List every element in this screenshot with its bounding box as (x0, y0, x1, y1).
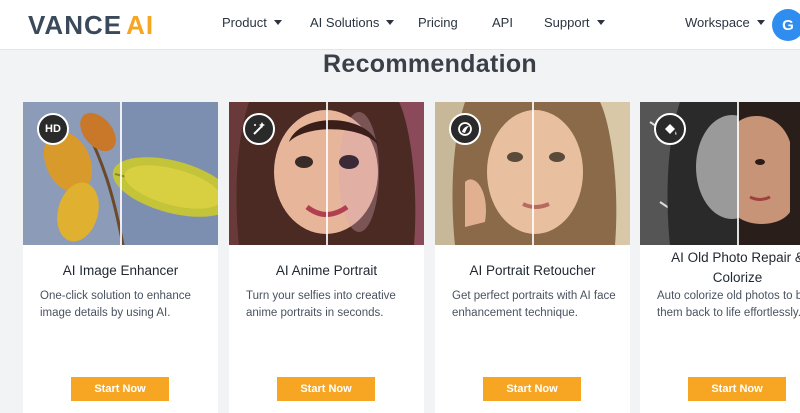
card-title: AI Portrait Retoucher (469, 263, 596, 278)
card-description: One-click solution to enhance image deta… (40, 290, 191, 319)
chevron-down-icon (386, 20, 395, 25)
tool-card-old-photo-repair[interactable]: AI Old Photo Repair & Colorize Auto colo… (640, 102, 800, 413)
card-description: Turn your selfies into creative anime po… (246, 290, 396, 319)
portrait-retouch-icon (449, 113, 481, 145)
nav-pricing-label: Pricing (418, 15, 458, 30)
hd-icon: HD (37, 113, 69, 145)
paint-bucket-icon (654, 113, 686, 145)
chevron-down-icon (756, 20, 765, 25)
nav-product[interactable]: Product (222, 15, 282, 30)
nav-pricing[interactable]: Pricing (418, 15, 458, 30)
start-now-button[interactable]: Start Now (277, 377, 375, 401)
nav-product-label: Product (222, 15, 267, 30)
nav-api-label: API (492, 15, 513, 30)
compare-divider[interactable] (737, 102, 739, 245)
card-title: AI Image Enhancer (62, 263, 179, 278)
card-preview-image (640, 102, 800, 245)
nav-support-label: Support (544, 15, 590, 30)
section-title: Recommendation (323, 50, 537, 78)
logo-accent-text: AI (126, 10, 155, 40)
top-navbar: VANCE AI Product AI Solutions Pricing API… (0, 0, 800, 50)
nav-ai-solutions[interactable]: AI Solutions (310, 15, 395, 30)
card-preview-image (229, 102, 424, 245)
user-avatar[interactable]: G (772, 9, 800, 41)
vanceai-logo[interactable]: VANCE AI (28, 10, 154, 41)
card-title: AI Old Photo Repair & Colorize (671, 250, 800, 285)
card-preview-image: HD (23, 102, 218, 245)
chevron-down-icon (273, 20, 282, 25)
nav-workspace[interactable]: Workspace (685, 15, 765, 30)
compare-divider[interactable] (532, 102, 534, 245)
start-now-button[interactable]: Start Now (483, 377, 581, 401)
start-now-button[interactable]: Start Now (688, 377, 786, 401)
chevron-down-icon (596, 20, 605, 25)
tool-card-anime-portrait[interactable]: AI Anime Portrait Turn your selfies into… (229, 102, 424, 413)
nav-workspace-label: Workspace (685, 15, 750, 30)
card-title: AI Anime Portrait (275, 263, 378, 278)
logo-text: VANCE (28, 10, 123, 40)
magic-wand-icon (243, 113, 275, 145)
nav-api[interactable]: API (492, 15, 513, 30)
start-now-button[interactable]: Start Now (71, 377, 169, 401)
tool-card-portrait-retoucher[interactable]: AI Portrait Retoucher Get perfect portra… (435, 102, 630, 413)
tool-card-image-enhancer[interactable]: HD AI Image Enhancer One-click solution … (23, 102, 218, 413)
card-description: Auto colorize old photos to bring them b… (657, 290, 800, 319)
compare-divider[interactable] (326, 102, 328, 245)
card-description: Get perfect portraits with AI face enhan… (452, 290, 616, 319)
card-preview-image (435, 102, 630, 245)
nav-support[interactable]: Support (544, 15, 605, 30)
compare-divider[interactable] (120, 102, 122, 245)
nav-ai-solutions-label: AI Solutions (310, 15, 380, 30)
